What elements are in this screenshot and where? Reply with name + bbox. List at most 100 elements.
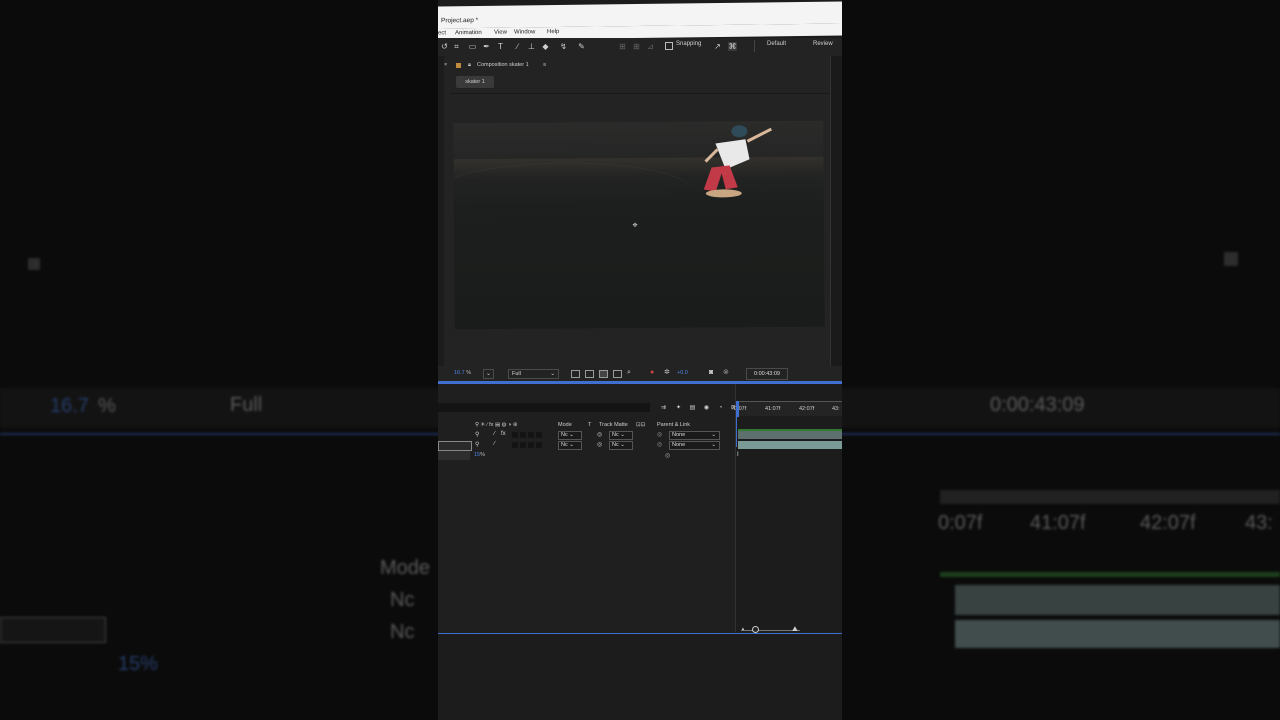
magnification-value[interactable]: 16.7 %: [454, 370, 471, 376]
menu-item-animation[interactable]: Animation: [455, 30, 482, 36]
timeline-graph-area[interactable]: 0:07f 41:07f 42:07f 43: I: [734, 384, 842, 632]
layer-switch[interactable]: [512, 442, 518, 448]
layer-switch[interactable]: [520, 442, 526, 448]
pick-whip-icon[interactable]: ◎: [657, 431, 662, 438]
shy-layer-icon[interactable]: ⚲: [475, 441, 479, 448]
pick-whip-icon[interactable]: ◎: [657, 441, 662, 448]
menu-item-view[interactable]: View: [494, 30, 507, 36]
anchor-point-icon[interactable]: ⌖: [631, 221, 639, 230]
mode-dropdown[interactable]: Nc ⌄: [558, 431, 582, 440]
snapshot-camera-icon[interactable]: ◙: [709, 369, 716, 376]
parent-dropdown[interactable]: None ⌄: [669, 441, 720, 450]
time-ruler[interactable]: 0:07f 41:07f 42:07f 43:: [734, 402, 842, 416]
mask-visibility-icon[interactable]: [599, 370, 608, 378]
parent-dropdown[interactable]: None ⌄: [669, 431, 720, 440]
transparency-grid-icon[interactable]: [585, 370, 594, 378]
resolution-dropdown[interactable]: Full ⌄: [508, 369, 559, 379]
bg-zoom-value: 16.7: [50, 395, 89, 417]
view-axis-icon[interactable]: ⊿: [646, 42, 655, 51]
draft-3d-icon[interactable]: ✦: [675, 405, 682, 411]
expression-pick-whip-icon[interactable]: ◎: [665, 452, 670, 459]
layer-switch[interactable]: [536, 442, 542, 448]
opacity-value[interactable]: 15%: [474, 452, 485, 458]
menu-item-effect[interactable]: ect: [438, 30, 446, 36]
eraser-tool-icon[interactable]: ◆: [541, 42, 550, 51]
quality-switch-icon[interactable]: ∕: [494, 441, 495, 447]
tab-menu-icon[interactable]: ≡: [543, 62, 546, 68]
current-time-indicator[interactable]: [736, 401, 739, 417]
shy-layers-icon[interactable]: ▤: [689, 405, 696, 411]
timeline-zoom-knob[interactable]: [752, 626, 759, 633]
reset-exposure-icon[interactable]: ✲: [664, 369, 671, 376]
skater-helmet: [731, 125, 748, 138]
brush-tool-icon[interactable]: ∕: [513, 42, 522, 51]
window-title: Project.aep *: [441, 16, 479, 25]
composition-tab-label[interactable]: Composition skater 1: [477, 62, 529, 68]
t-column-header: T: [588, 422, 592, 428]
track-matte-dropdown[interactable]: Nc ⌄: [609, 431, 633, 440]
guides-icon[interactable]: [613, 370, 622, 378]
shy-layer-icon[interactable]: ⚲: [475, 431, 479, 438]
menu-item-window[interactable]: Window: [514, 29, 535, 35]
puppet-pin-tool-icon[interactable]: ✎: [577, 42, 586, 51]
skater-arm: [746, 127, 773, 143]
magnification-dropdown-icon[interactable]: ⌄: [483, 369, 494, 379]
clone-stamp-tool-icon[interactable]: ⊥: [527, 42, 536, 51]
frame-blending-icon[interactable]: ◉: [703, 405, 710, 411]
effects-switch-icon[interactable]: fx: [501, 431, 506, 437]
panel-menu-icon[interactable]: ×: [444, 62, 447, 68]
matte-source-icon[interactable]: ◎: [597, 441, 602, 448]
layer-name-field[interactable]: [438, 441, 472, 451]
layer-row[interactable]: ⚲ ∕ Nc ⌄ ◎ Nc ⌄ ◎ None ⌄: [438, 441, 734, 451]
roto-brush-tool-icon[interactable]: ↯: [559, 42, 568, 51]
world-axis-icon[interactable]: ⊞: [632, 42, 641, 51]
zoom-in-icon[interactable]: ⛰: [792, 626, 798, 634]
local-axis-icon[interactable]: ⊞: [618, 42, 627, 51]
menu-item-help[interactable]: Help: [547, 29, 559, 35]
current-time-display[interactable]: 0:00:43:09: [746, 368, 788, 380]
pen-tool-icon[interactable]: ✒: [482, 42, 491, 51]
layer-switch[interactable]: [536, 432, 542, 438]
composition-flow-chip[interactable]: skater 1: [456, 76, 494, 88]
layer-duration-bar[interactable]: [738, 441, 842, 449]
workspace-separator: [754, 40, 755, 52]
workspace-default[interactable]: Default: [767, 41, 786, 47]
color-channel-icon[interactable]: ●: [650, 369, 657, 376]
layer-duration-bar[interactable]: [738, 431, 842, 439]
snapping-checkbox[interactable]: [665, 42, 673, 50]
preview-icon[interactable]: ⌕: [627, 369, 634, 376]
snapping-label: Snapping: [676, 41, 702, 47]
matte-source-icon[interactable]: ◎: [597, 431, 602, 438]
skater-pants: [703, 165, 738, 192]
layer-switch[interactable]: [528, 432, 534, 438]
mode-dropdown[interactable]: Nc ⌄: [558, 441, 582, 450]
keyframe-text-cursor-icon: I: [737, 452, 739, 458]
ruler-label: 42:07f: [799, 406, 815, 412]
type-tool-icon[interactable]: T: [496, 42, 505, 51]
lock-icon[interactable]: 🔒︎: [468, 62, 471, 69]
motion-blur-icon[interactable]: ◔: [717, 405, 724, 411]
rectangle-tool-icon[interactable]: ▭: [468, 42, 477, 51]
bg-mode-value-1: Nc: [390, 589, 415, 611]
workspace-review[interactable]: Review: [813, 41, 833, 47]
track-matte-dropdown[interactable]: Nc ⌄: [609, 441, 633, 450]
snap-option-icon[interactable]: ↗: [713, 42, 722, 51]
exposure-value[interactable]: +0.0: [677, 370, 688, 376]
snap-grid-icon[interactable]: ⌘: [728, 42, 737, 51]
camera-tool-icon[interactable]: ⌗: [452, 42, 461, 51]
layer-switch[interactable]: [512, 432, 518, 438]
layer-row[interactable]: ⚲ ∕ fx Nc ⌄ ◎ Nc ⌄ ◎ None ⌄: [438, 431, 734, 440]
layer-switch[interactable]: [528, 442, 534, 448]
bg-mode-value-2: Nc: [390, 621, 415, 643]
composition-viewer-frame[interactable]: [453, 120, 825, 330]
quality-switch-icon[interactable]: ∕: [494, 431, 495, 437]
rotate-tool-icon[interactable]: ↺: [440, 42, 449, 51]
region-of-interest-icon[interactable]: [571, 370, 580, 378]
comp-flowchart-icon[interactable]: ⇉: [660, 405, 667, 411]
bg-ruler-0: 0:07f: [938, 512, 983, 534]
layer-switch[interactable]: [520, 432, 526, 438]
property-row-bg: [438, 451, 470, 460]
timeline-search-input[interactable]: [438, 403, 650, 412]
bg-opacity-value: 15: [118, 653, 141, 675]
show-snapshot-icon[interactable]: ⊗: [723, 369, 730, 376]
